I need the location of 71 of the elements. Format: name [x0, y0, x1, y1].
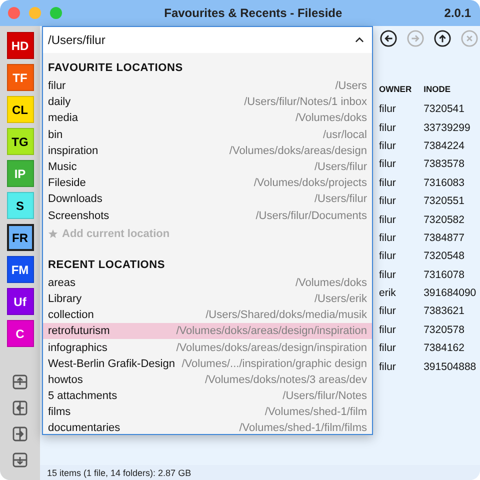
location-item[interactable]: daily /Users/filur/Notes/1 inbox	[43, 94, 372, 110]
window-title: Favourites & Recents - Fileside	[163, 6, 344, 20]
table-cell-text: filur	[379, 176, 397, 191]
table-cell-text: 7316083	[424, 176, 466, 191]
table-cell-text: 7384224	[424, 138, 466, 154]
table-cell-text: erik	[379, 286, 397, 302]
column-header[interactable]: INODE	[424, 78, 480, 100]
favourite-tile[interactable]: Uf	[6, 288, 34, 315]
location-item[interactable]: retrofuturism /Volumes/doks/areas/design/inspiration	[43, 323, 372, 340]
table-cell-text: 7316078	[424, 268, 466, 283]
location-item[interactable]: inspiration /Volumes/doks/areas/design	[43, 142, 372, 159]
location-item[interactable]: Downloads /Users/filur	[43, 191, 372, 208]
table-cell-text: 7320582	[424, 212, 466, 228]
table-cell-text: filur	[379, 230, 397, 246]
location-item[interactable]: films /Volumes/shed-1/film	[43, 404, 372, 420]
location-item[interactable]: Fileside /Volumes/doks/projects	[43, 175, 372, 192]
location-item[interactable]: bin /usr/local	[43, 126, 372, 143]
favourite-tile[interactable]: FM	[6, 256, 34, 283]
path-field[interactable]: /Users/filur	[43, 27, 372, 53]
location-item[interactable]: Screenshots /Users/filur/Documents	[43, 208, 372, 224]
panel-bottom-icon[interactable]	[12, 452, 28, 468]
section-heading: RECENT LOCATIONS	[47, 258, 166, 273]
column-header[interactable]: OWNER	[379, 78, 424, 100]
table-cell-text: filur	[379, 249, 397, 264]
location-item[interactable]: areas /Volumes/doks	[43, 274, 372, 291]
location-item[interactable]: collection /Users/Shared/doks/media/musik	[43, 307, 372, 324]
panel-right-icon[interactable]	[12, 426, 28, 442]
table-cell-text: filur	[379, 268, 397, 283]
table-cell-text: filur	[379, 341, 397, 356]
table-cell-text: 391504888	[424, 360, 478, 375]
table-cell-text: filur	[379, 304, 397, 320]
location-item[interactable]: Music /Users/filur	[43, 158, 372, 176]
table-cell-text: filur	[379, 138, 397, 154]
location-item[interactable]: filur /Users	[43, 78, 372, 94]
table-cell-text: filur	[379, 322, 397, 338]
panel-top-icon[interactable]	[12, 374, 28, 390]
table-cell-text: 33739299	[424, 120, 472, 136]
table-cell-text: 7384877	[424, 230, 466, 246]
panel-left-icon[interactable]	[12, 400, 28, 416]
table-cell-text: filur	[379, 102, 397, 118]
table-cell-text: filur	[379, 120, 397, 136]
favourite-tile[interactable]: S	[6, 192, 34, 219]
table-cell-text: 7383578	[424, 157, 466, 172]
favourite-tile[interactable]: FR	[6, 224, 34, 251]
favourite-tile[interactable]: C	[6, 320, 34, 347]
table-cell-text: filur	[379, 212, 397, 228]
location-item[interactable]: infographics /Volumes/doks/areas/design/inspiration	[43, 339, 372, 356]
location-item[interactable]: West-Berlin Grafik-Design /Volumes/.../inspiration/graphic design	[43, 356, 372, 372]
table-cell-text: 7320578	[424, 322, 466, 338]
caret-icon[interactable]	[355, 37, 364, 43]
table-cell-text: 7320541	[424, 102, 466, 118]
location-item[interactable]: Library /Users/erik	[43, 290, 372, 308]
status-text: 15 items (1 file, 14 folders): 2.87 GB	[47, 468, 192, 478]
favourite-tile[interactable]: TG	[6, 128, 34, 155]
location-item[interactable]: howtos /Volumes/doks/notes/3 areas/dev	[43, 372, 372, 388]
table-cell-text: 7320551	[424, 194, 466, 210]
table-cell-text: filur	[379, 157, 397, 172]
table-cell-text: filur	[379, 194, 397, 210]
table-cell-text: 7320548	[424, 249, 466, 264]
location-item[interactable]: media /Volumes/doks	[43, 110, 372, 127]
favourite-tile[interactable]: HD	[6, 32, 34, 59]
table-cell-text: 391684090	[424, 286, 478, 302]
location-item[interactable]: documentaries /Volumes/shed-1/film/films	[43, 420, 372, 434]
favourite-tile[interactable]: CL	[6, 96, 34, 123]
table-cell-text: filur	[379, 360, 397, 375]
table-cell-text: 7384162	[424, 341, 466, 356]
location-item[interactable]: 5 attachments /Users/filur/Notes	[43, 388, 372, 404]
star-icon	[48, 228, 58, 239]
version-label: 2.0.1	[444, 6, 472, 20]
table-cell-text: 7383621	[424, 304, 466, 320]
section-heading: FAVOURITE LOCATIONS	[47, 61, 184, 76]
